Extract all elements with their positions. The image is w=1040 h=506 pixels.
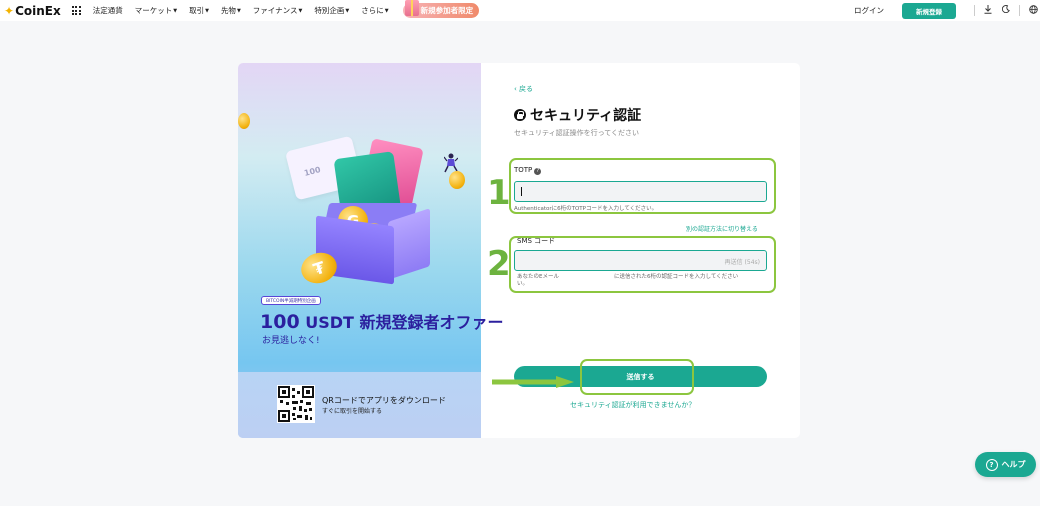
- banner-subline: お見逃しなく!: [262, 336, 320, 346]
- campaign-tag: BITCOIN半減期特別企画: [261, 296, 321, 305]
- dark-mode-icon[interactable]: [1001, 5, 1010, 16]
- annotation-number-2: 2: [487, 244, 511, 284]
- new-user-promo-badge[interactable]: 新規参加者限定: [402, 0, 480, 18]
- top-nav: ✦ CoinEx 法定通貨 マーケット▼ 取引▼ 先物▼ ファイナンス▼ 特別企…: [0, 0, 1040, 21]
- nav-item-fiat[interactable]: 法定通貨: [93, 5, 123, 16]
- verification-unavailable-link[interactable]: セキュリティ認証が利用できませんか？: [570, 400, 695, 410]
- apps-grid-icon[interactable]: [71, 6, 81, 15]
- annotation-box-2: [509, 236, 776, 293]
- signup-button[interactable]: 新規登録: [902, 2, 956, 19]
- chevron-down-icon: ▼: [298, 8, 303, 14]
- banner-headline: 100 USDT 新規登録者オファー: [260, 309, 504, 333]
- coinex-logo[interactable]: ✦ CoinEx: [4, 4, 61, 18]
- nav-item-finance[interactable]: ファイナンス▼: [253, 5, 303, 16]
- page-subtitle: セキュリティ認証操作を行ってください: [514, 129, 640, 137]
- chevron-down-icon: ▼: [236, 8, 241, 14]
- chevron-down-icon: ▼: [345, 8, 350, 14]
- coin-icon: [238, 113, 250, 129]
- help-button[interactable]: ? ヘルプ: [975, 452, 1036, 477]
- nav-item-markets[interactable]: マーケット▼: [135, 5, 177, 16]
- nav-item-more[interactable]: さらに▼: [361, 5, 388, 16]
- nav-item-special[interactable]: 特別企画▼: [314, 5, 349, 16]
- annotation-box-1: [509, 158, 776, 214]
- annotation-box-submit: [580, 359, 694, 395]
- logo-text: CoinEx: [15, 3, 61, 18]
- annotation-arrow-icon: [492, 373, 574, 388]
- headline-text: USDT 新規登録者オファー: [305, 313, 504, 332]
- nav-right: ログイン 新規登録: [854, 0, 1040, 21]
- login-link[interactable]: ログイン: [854, 5, 884, 16]
- divider: [1019, 5, 1020, 16]
- promo-banner[interactable]: 100 G ₮ ₮ BITCOIN半減期特別企画 100 USDT 新規登録者オ…: [238, 63, 504, 438]
- qr-subtitle: すぐに取引を開始する: [322, 408, 383, 415]
- gift-box-side: [388, 208, 430, 280]
- globe-icon[interactable]: [1029, 4, 1038, 17]
- annotation-number-1: 1: [487, 173, 511, 213]
- divider: [974, 5, 975, 16]
- nav-item-futures[interactable]: 先物▼: [221, 5, 241, 16]
- question-icon: ?: [985, 458, 998, 471]
- download-icon[interactable]: [984, 4, 992, 17]
- back-link[interactable]: ‹ 戻る: [514, 84, 533, 94]
- qr-code: [277, 385, 315, 423]
- gift-icon: [404, 0, 419, 16]
- switch-method-link[interactable]: 別の認証方法に切り替える: [686, 224, 758, 233]
- qr-title: QRコードでアプリをダウンロード: [322, 396, 446, 405]
- lock-icon: [514, 109, 526, 121]
- page-title: セキュリティ認証: [514, 105, 641, 125]
- chevron-down-icon: ▼: [384, 8, 389, 14]
- headline-amount: 100: [260, 311, 300, 333]
- coinex-logo-icon: ✦: [4, 3, 15, 18]
- chevron-down-icon: ▼: [173, 8, 178, 14]
- coin-icon: [449, 171, 465, 189]
- nav-item-trade[interactable]: 取引▼: [189, 5, 209, 16]
- chevron-down-icon: ▼: [205, 8, 209, 14]
